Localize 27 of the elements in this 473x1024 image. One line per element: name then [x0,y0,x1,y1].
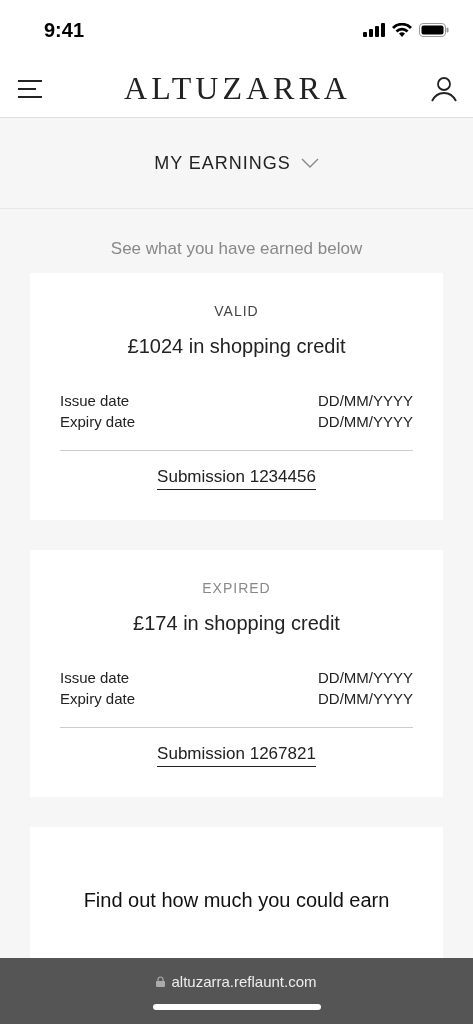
clock-time: 9:41 [44,18,85,42]
chevron-icon [300,158,319,168]
date-label: Issue date [60,392,131,409]
date-label: Issue date [60,669,131,686]
date-label: Expiry date [60,413,137,430]
status-label: EXPIRED [202,580,271,596]
submission-link[interactable]: Submission 1234456 [157,467,316,490]
intro-text: See what you have earned below [110,239,363,259]
date-value: DD/MM/YYYY [318,392,413,409]
credit-amount: £1024 in shopping credit [127,335,346,358]
battery-icon [419,23,449,37]
date-value: DD/MM/YYYY [318,690,413,707]
lock-icon [156,975,166,987]
promo-title: Find out how much you could earn [83,889,390,913]
date-value: DD/MM/YYYY [318,413,413,430]
credit-amount: £174 in shopping credit [133,612,340,635]
brand-logo: ALTUZARRA [124,70,351,107]
section-dropdown[interactable]: MY EARNINGS [150,148,323,178]
submission-link[interactable]: Submission 1267821 [157,744,316,767]
date-value: DD/MM/YYYY [318,669,413,686]
signal-icon [363,23,385,37]
date-label: Expiry date [60,690,137,707]
menu-button[interactable] [18,79,44,98]
wifi-icon [392,23,412,37]
status-label: VALID [214,303,259,319]
account-button[interactable] [431,75,457,102]
url-text[interactable]: altuzarra.reflaunt.com [171,972,317,990]
